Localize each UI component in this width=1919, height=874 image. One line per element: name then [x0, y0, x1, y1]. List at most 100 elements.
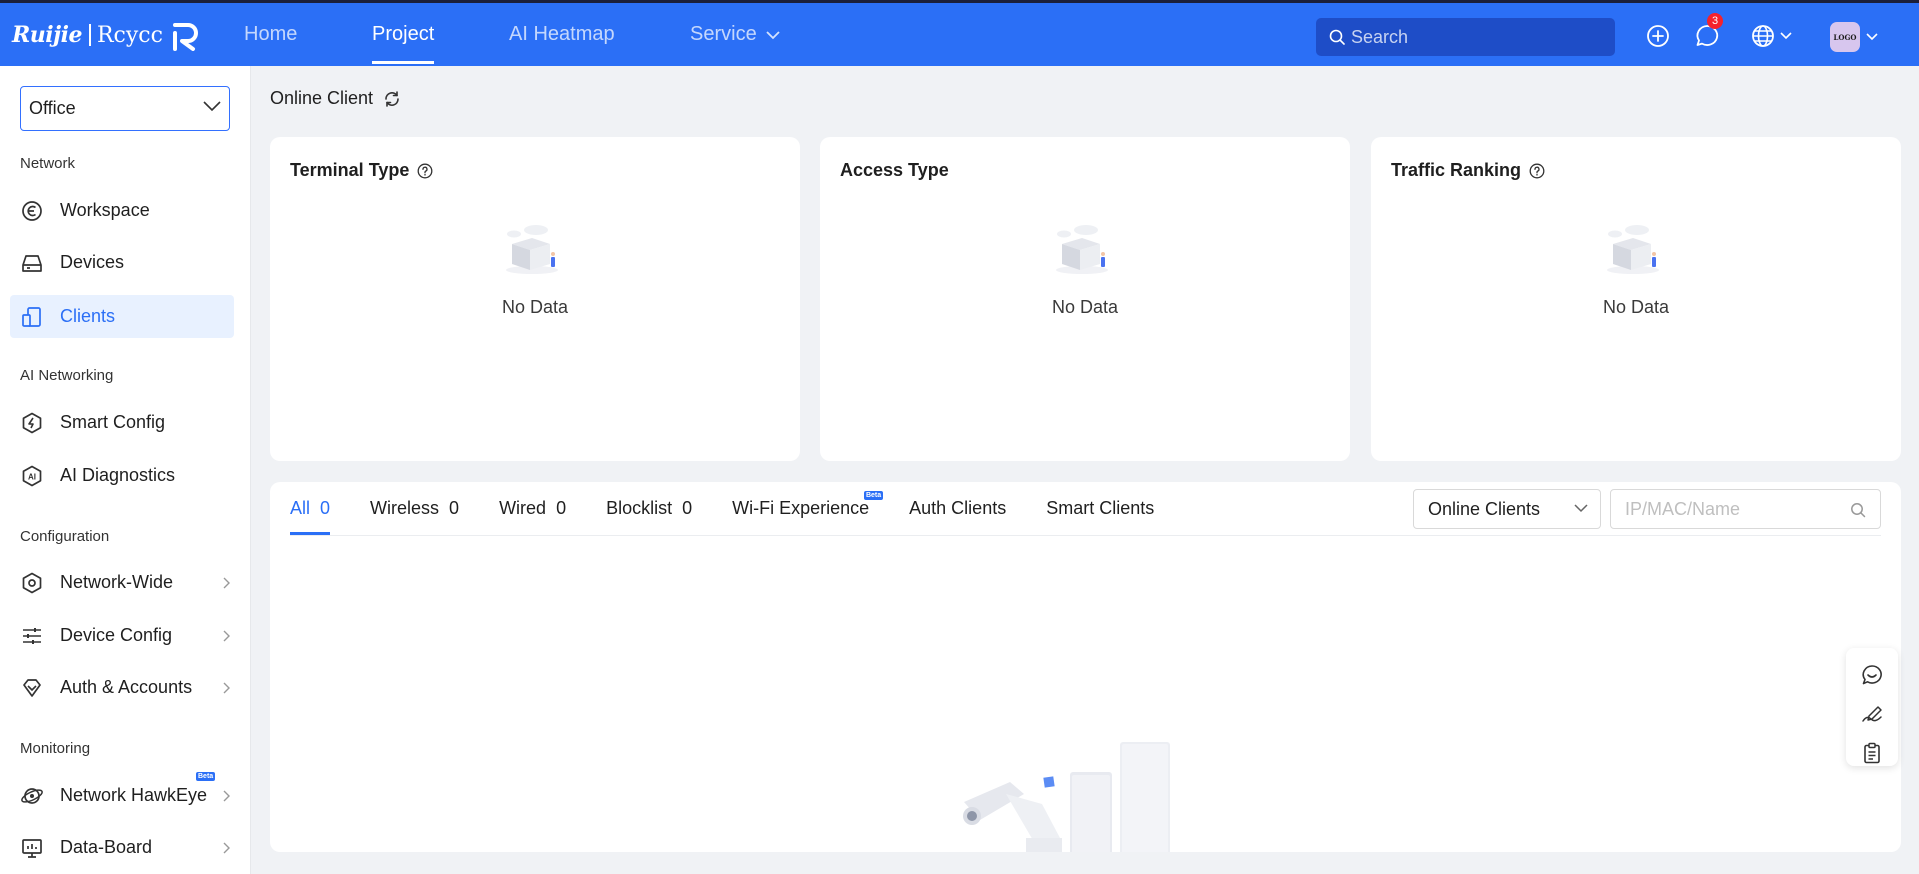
global-search-input[interactable] [1351, 26, 1601, 48]
card-title-text: Traffic Ranking [1391, 160, 1522, 180]
chat-support-icon[interactable] [1861, 664, 1883, 686]
help-icon[interactable] [417, 163, 433, 179]
clipboard-icon[interactable] [1861, 742, 1883, 764]
global-search[interactable] [1316, 18, 1615, 56]
feedback-pen-icon[interactable] [1861, 703, 1883, 725]
card-title: Access Type [840, 160, 949, 181]
chevron-right-icon [223, 682, 230, 694]
tab-label: All [290, 498, 311, 518]
nav-home-label: Home [244, 23, 298, 45]
hawkeye-icon [21, 788, 43, 804]
traffic-ranking-card: Traffic Ranking No Data [1371, 137, 1901, 461]
logo-brand-text: Ruijie [12, 22, 82, 48]
page-title: Online Client [270, 88, 401, 109]
beta-badge: Beta [196, 772, 216, 781]
tab-count: 0 [320, 498, 331, 518]
add-circle-icon[interactable] [1645, 23, 1671, 49]
sidebar-item-label: Network-Wide [60, 572, 174, 592]
help-icon[interactable] [1529, 163, 1545, 179]
sidebar-item-ai-diagnostics[interactable]: AI AI Diagnostics [10, 454, 234, 497]
ai-diagnostics-icon: AI [22, 465, 42, 487]
tab-auth-clients[interactable]: Auth Clients [909, 482, 1006, 535]
sidebar-item-label: AI Diagnostics [60, 465, 176, 485]
empty-box-illustration [506, 225, 558, 274]
device-icon [22, 255, 42, 272]
empty-box-illustration [1056, 225, 1108, 274]
tab-label: Auth Clients [909, 498, 1007, 518]
chevron-right-icon [223, 790, 230, 802]
sidebar-item-label: Smart Config [60, 412, 166, 432]
sidebar-item-auth-accounts[interactable]: Auth & Accounts [10, 666, 234, 709]
brand-logo[interactable]: Ruijie Rcycc [12, 15, 201, 55]
sidebar-item-network-wide[interactable]: Network-Wide [10, 561, 234, 604]
user-avatar[interactable]: LOGO [1830, 22, 1860, 52]
nav-service[interactable]: Service [690, 23, 780, 46]
smart-config-icon [22, 412, 42, 434]
search-icon[interactable] [1850, 502, 1866, 518]
nav-project[interactable]: Project [372, 23, 435, 64]
logo-mark-icon [172, 23, 198, 51]
tab-wired[interactable]: Wired 0 [499, 482, 566, 535]
tab-count: 0 [682, 498, 693, 518]
sidebar-item-data-board[interactable]: Data-Board [10, 826, 234, 869]
nav-home[interactable]: Home [244, 23, 297, 46]
section-title-network: Network [20, 155, 76, 172]
client-search[interactable] [1610, 489, 1881, 529]
sidebar-item-network-hawkeye[interactable]: Network HawkEye Beta [10, 772, 234, 817]
chevron-right-icon [223, 630, 230, 642]
network-wide-icon [22, 572, 42, 594]
tab-count: 0 [449, 498, 460, 518]
tab-blocklist[interactable]: Blocklist 0 [606, 482, 692, 535]
chevron-right-icon [223, 842, 230, 854]
tab-smart-clients[interactable]: Smart Clients [1046, 482, 1154, 535]
tab-all[interactable]: All 0 [290, 482, 331, 535]
site-selector[interactable]: Office [20, 86, 230, 131]
chevron-down-icon [1574, 504, 1588, 513]
refresh-icon[interactable] [383, 90, 401, 108]
tab-label: Wi-Fi Experience [732, 498, 870, 518]
sidebar-item-label: Data-Board [60, 837, 153, 857]
message-count-badge: 3 [1707, 13, 1723, 29]
chevron-right-icon [223, 577, 230, 589]
client-status-select[interactable]: Online Clients [1413, 489, 1601, 529]
svg-text:AI: AI [28, 473, 36, 482]
monitor-chart-icon [22, 839, 42, 858]
chevron-down-icon [1780, 32, 1792, 40]
section-title-configuration: Configuration [20, 528, 110, 545]
client-list-panel: All 0 Wireless 0 Wired 0 Blocklist 0 Wi-Fi E… [270, 482, 1901, 852]
language-selector[interactable] [1750, 23, 1792, 49]
sidebar-item-label: Devices [60, 252, 125, 272]
empty-box-illustration [1607, 225, 1659, 274]
section-title-monitoring: Monitoring [20, 740, 91, 757]
sidebar-item-workspace[interactable]: Workspace [10, 189, 234, 232]
empty-state-text: No Data [1051, 297, 1119, 317]
tab-wireless[interactable]: Wireless 0 [370, 482, 459, 535]
tab-wifi-experience[interactable]: Wi-Fi Experience Beta [732, 482, 884, 535]
tab-label: Wireless [370, 498, 440, 518]
sidebar-item-devices[interactable]: Devices [10, 241, 234, 284]
search-icon [1329, 29, 1345, 45]
nav-ai-heatmap[interactable]: AI Heatmap [509, 23, 615, 46]
clients-icon [22, 307, 41, 327]
globe-icon [1752, 25, 1774, 47]
card-title-text: Terminal Type [290, 160, 410, 180]
messages-button[interactable]: 3 [1694, 13, 1723, 49]
client-status-select-value: Online Clients [1428, 498, 1541, 519]
sidebar-item-smart-config[interactable]: Smart Config [10, 401, 234, 444]
sidebar-item-clients[interactable]: Clients [10, 295, 234, 338]
client-search-input[interactable] [1625, 498, 1850, 520]
sidebar: Office Network Workspace Devices Clients… [0, 66, 251, 874]
chevron-down-icon[interactable] [1866, 32, 1878, 41]
section-title-ai-networking: AI Networking [20, 367, 114, 384]
empty-state-text: No Data [501, 297, 569, 317]
chevron-down-icon [203, 101, 221, 112]
sidebar-item-label: Clients [60, 306, 116, 326]
card-title: Terminal Type [290, 160, 433, 181]
floating-toolbar [1846, 648, 1898, 766]
access-type-card: Access Type No Data [820, 137, 1350, 461]
beta-badge: Beta [863, 491, 884, 500]
site-selector-value: Office [29, 98, 76, 118]
sidebar-item-label: Auth & Accounts [60, 677, 193, 697]
sidebar-item-device-config[interactable]: Device Config [10, 614, 234, 657]
terminal-type-card: Terminal Type No Data [270, 137, 800, 461]
